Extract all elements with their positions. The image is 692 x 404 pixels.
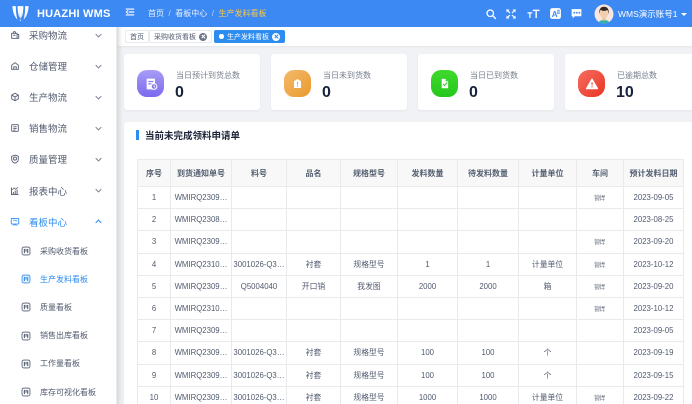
svg-text:A: A xyxy=(552,10,558,19)
